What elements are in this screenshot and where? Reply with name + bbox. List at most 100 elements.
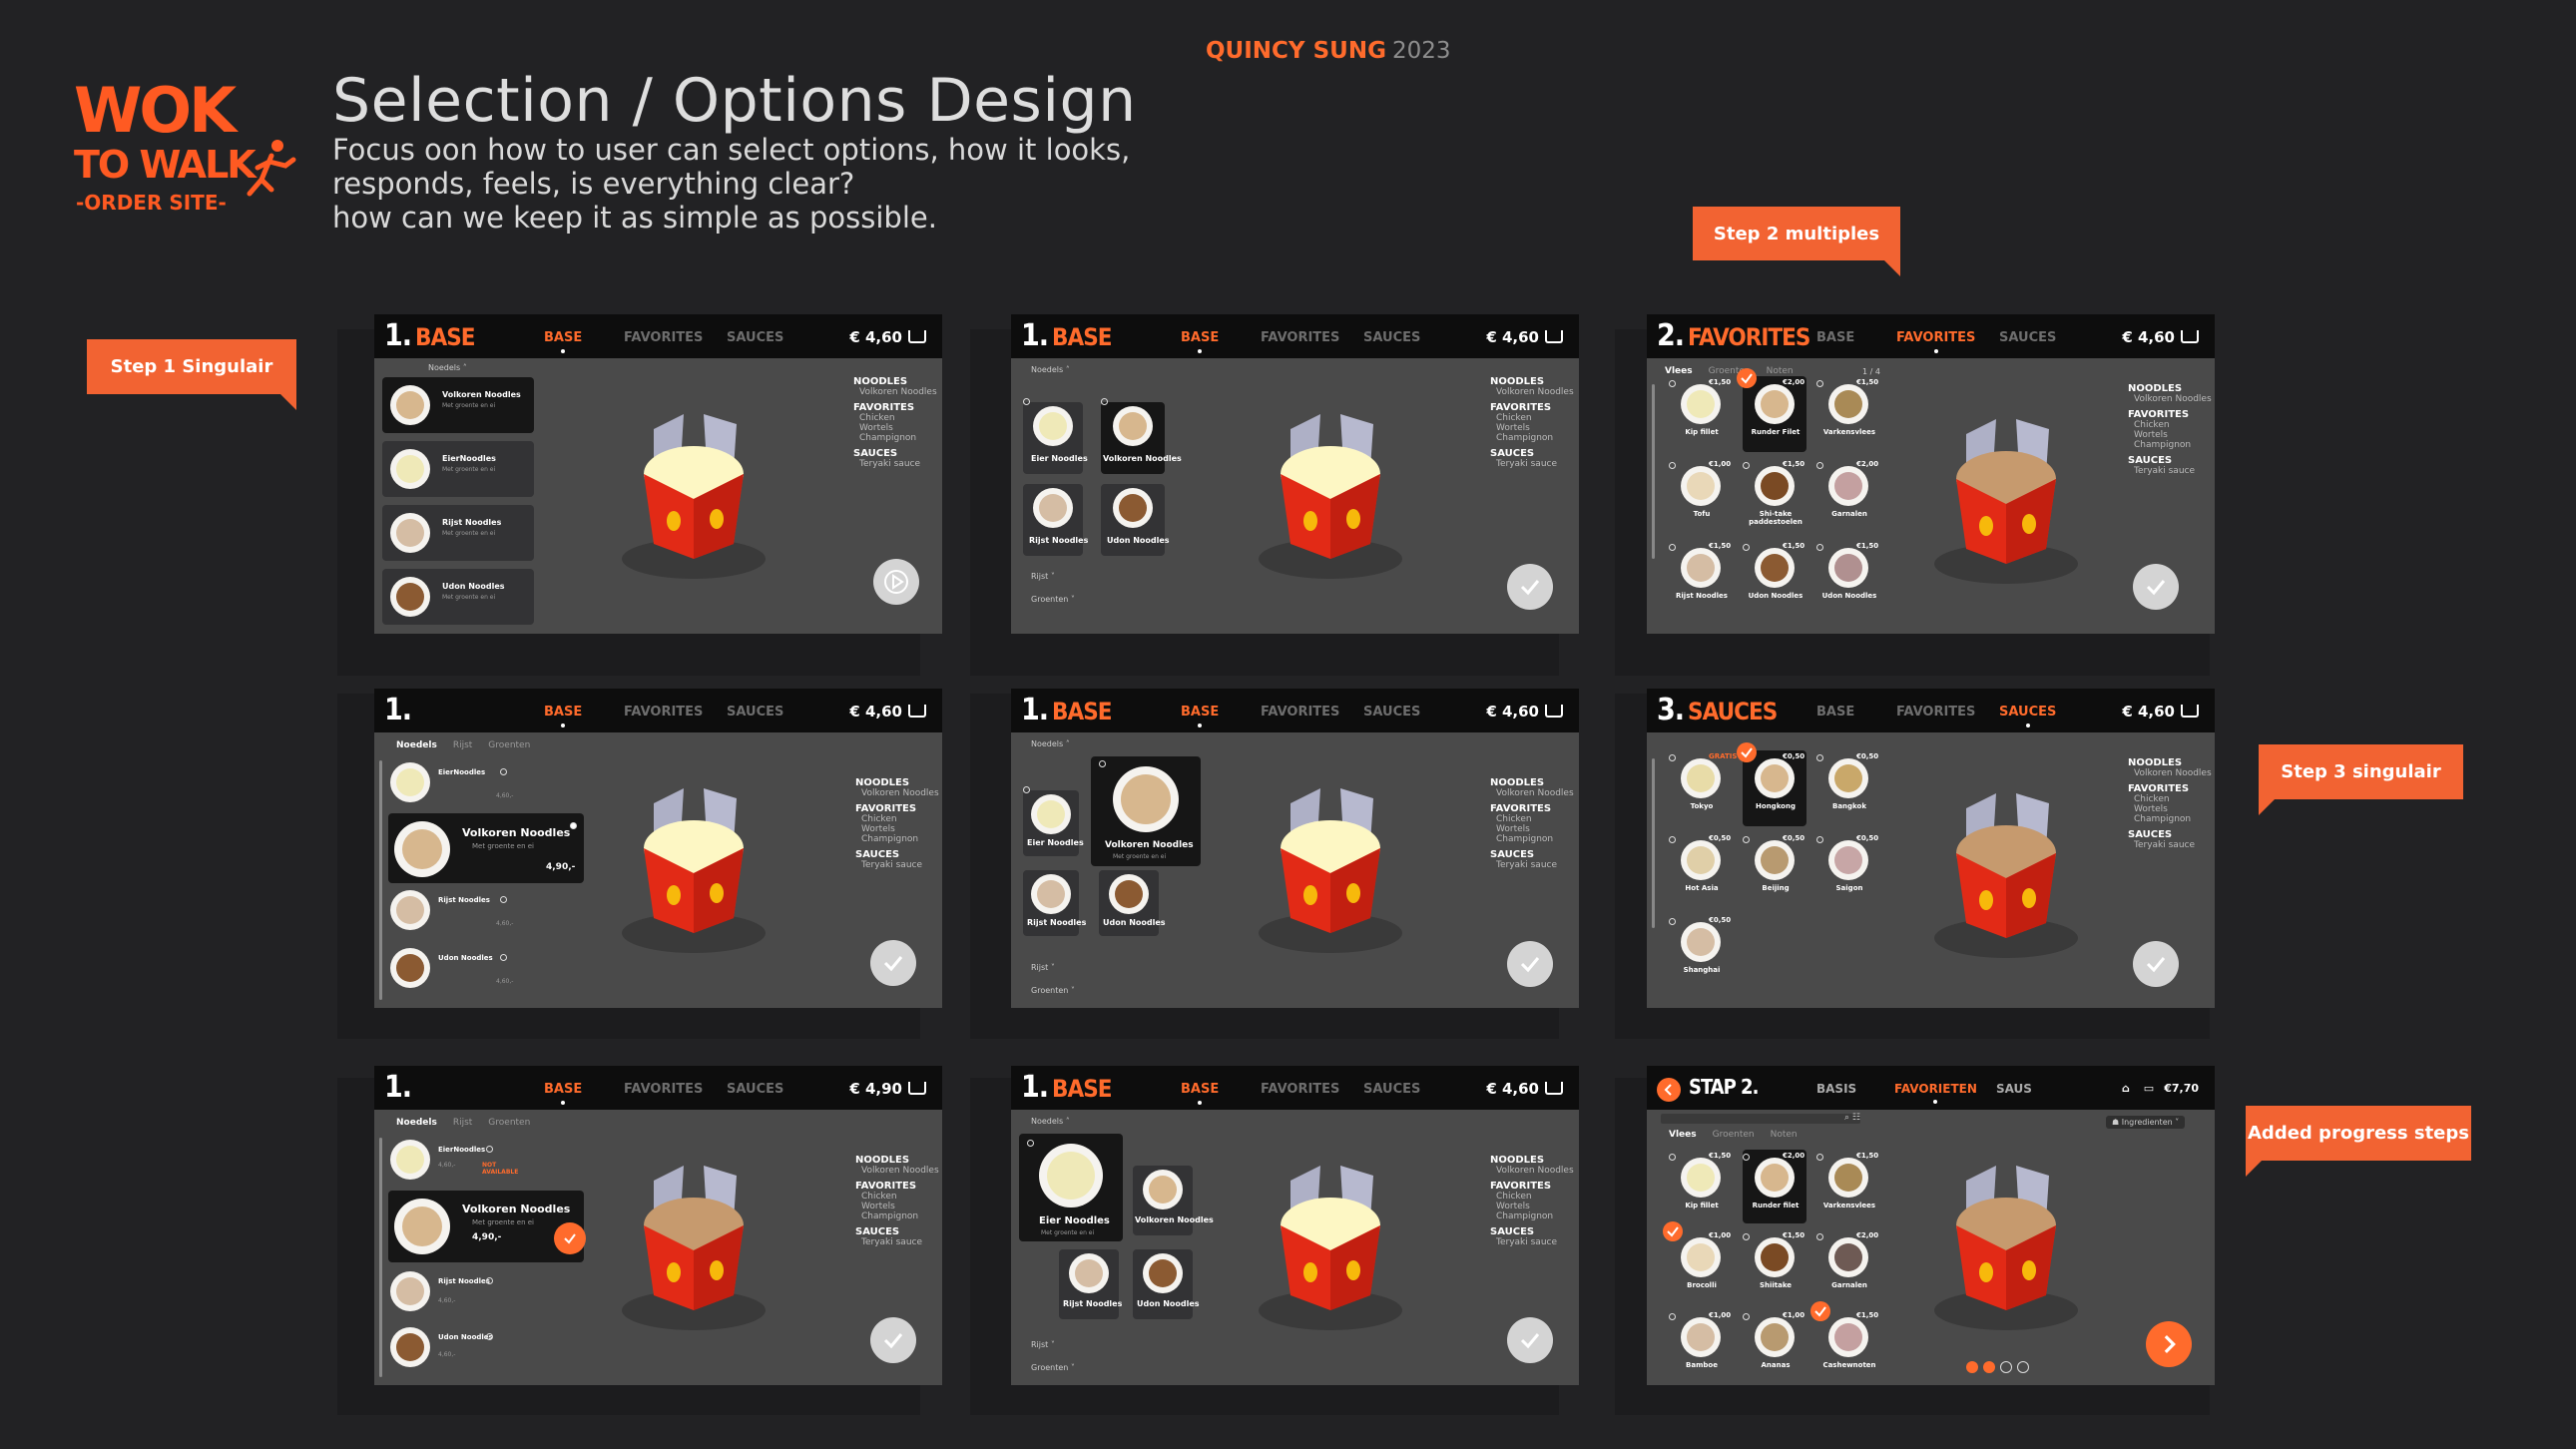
grid-item[interactable]: €0,50 Saigon [1816,832,1880,908]
tab-favorites[interactable]: FAVORITES [1261,330,1339,345]
subtab-noedels[interactable]: Noedels [396,1118,437,1128]
grid-item[interactable]: €2,00 Garnalen [1816,458,1880,534]
grid-item[interactable]: €1,50 Shi-take paddestoelen [1743,458,1806,534]
grid-item[interactable]: €1,50 Varkensvlees [1816,1150,1880,1223]
subtab-vlees[interactable]: Vlees [1665,366,1693,376]
list-item[interactable]: Rijst Noodles 4,60,- [388,888,513,932]
tab-base[interactable]: BASE [1181,330,1219,353]
grid-item[interactable]: €1,00 Brocolli [1663,1221,1733,1303]
tab-sauces[interactable]: SAUCES [727,1082,783,1097]
tab-favorites[interactable]: FAVORITES [624,705,703,720]
tab-favorites[interactable]: FAVORITES [624,1082,703,1097]
grid-item[interactable]: €2,00 Runder filet [1743,1150,1806,1223]
grid-item[interactable]: €1,50 Rijst Noodles [1669,540,1733,616]
ingredients-dropdown[interactable]: ☗ Ingredienten ˅ [2106,1116,2186,1129]
back-arrow-icon[interactable] [1657,1078,1681,1102]
tab-favorieten[interactable]: FAVORIETEN [1894,1082,1977,1104]
grid-item[interactable]: €2,00 Runder Filet [1737,368,1806,452]
list-item-selected[interactable]: Volkoren Noodles Met groente en ei 4,90,… [388,813,584,883]
list-item[interactable]: Volkoren Noodles Met groente en ei [382,377,534,433]
list-item[interactable]: Udon Noodles Met groente en ei [382,569,534,625]
next-button[interactable] [873,559,919,605]
grid-item[interactable]: Rijst Noodles [1023,484,1088,556]
tab-favorites[interactable]: FAVORITES [1896,705,1975,720]
groenten-dropdown[interactable]: Groenten ˅ [1031,595,1075,604]
tab-base[interactable]: BASE [544,1082,582,1105]
tab-favorites[interactable]: FAVORITES [1261,705,1339,720]
tab-base[interactable]: BASE [1181,705,1219,727]
list-item[interactable]: EierNoodles Met groente en ei [382,441,534,497]
tab-sauces[interactable]: SAUCES [727,330,783,345]
rijst-dropdown[interactable]: Rijst ˅ [1031,963,1055,972]
cart-price[interactable]: € 4,60 [1486,1080,1563,1098]
subtab-noten[interactable]: Noten [1767,366,1794,376]
scrollbar[interactable] [1652,758,1655,928]
search-bar[interactable] [1661,1114,1860,1124]
confirm-button[interactable] [870,1317,916,1363]
grid-item-selected[interactable]: Eier Noodles Met groente en ei [1019,1134,1123,1241]
list-item[interactable]: EierNoodles 4,60,- NOT AVAILABLE [388,1138,518,1182]
grid-item[interactable]: Udon Noodles [1133,1249,1200,1319]
grid-item[interactable]: Udon Noodles [1101,484,1170,556]
category-dropdown[interactable]: Noedels ˄ [1031,1117,1070,1126]
list-item[interactable]: Rijst Noodles Met groente en ei [382,505,534,561]
rijst-dropdown[interactable]: Rijst ˅ [1031,1340,1055,1349]
tab-base[interactable]: BASE [1816,330,1854,345]
confirm-button[interactable] [1507,941,1553,987]
grid-item[interactable]: €1,00 Tofu [1669,458,1733,534]
tab-sauces[interactable]: SAUCES [1363,705,1420,720]
grid-item[interactable]: €0,50 Hongkong [1737,742,1806,826]
subtab-rijst[interactable]: Rijst [453,1118,472,1128]
grid-item[interactable]: €1,50 Udon Noodles [1816,540,1880,616]
subtab-noten[interactable]: Noten [1771,1130,1798,1140]
tab-sauces[interactable]: SAUCES [1363,1082,1420,1097]
grid-item[interactable]: €1,50 Cashewnoten [1810,1301,1880,1383]
tab-sauces[interactable]: SAUCES [1363,330,1420,345]
cart-price[interactable]: € 4,60 [2122,703,2199,721]
subtab-groenten[interactable]: Groenten [488,1118,530,1128]
grid-item[interactable]: Rijst Noodles [1023,870,1086,936]
cart-price[interactable]: ⌂ ▭ €7,70 [2122,1082,2199,1095]
next-arrow-button[interactable] [2146,1321,2192,1367]
grid-item[interactable]: Volkoren Noodles [1133,1166,1214,1235]
cart-price[interactable]: € 4,60 [1486,328,1563,346]
grid-item[interactable]: €1,50 Kip fillet [1669,376,1733,452]
tab-sauces[interactable]: SAUCES [727,705,783,720]
tab-base[interactable]: BASE [1816,705,1854,720]
subtab-noedels[interactable]: Noedels [396,740,437,750]
subtab-rijst[interactable]: Rijst [453,740,472,750]
list-item[interactable]: EierNoodles 4,60,- [388,760,513,804]
groenten-dropdown[interactable]: Groenten ˅ [1031,986,1075,995]
grid-item[interactable]: €1,00 Bamboe [1669,1309,1733,1383]
grid-item[interactable]: Rijst Noodles [1059,1249,1122,1319]
list-item-selected[interactable]: Volkoren Noodles Met groente en ei 4,90,… [388,1191,586,1262]
grid-item[interactable]: €1,50 Shiitake [1743,1229,1806,1303]
category-dropdown[interactable]: Noedels ˄ [1031,739,1070,748]
tab-base[interactable]: BASE [544,705,582,727]
confirm-button[interactable] [2133,564,2179,610]
tab-favorites[interactable]: FAVORITES [624,330,703,345]
grid-item[interactable]: €1,50 Udon Noodles [1743,540,1806,616]
cart-price[interactable]: € 4,60 [849,328,926,346]
grid-item[interactable]: Volkoren Noodles [1101,398,1182,474]
grid-item[interactable]: €0,50 Shanghai [1669,914,1733,990]
category-dropdown[interactable]: Noedels ˄ [428,363,467,372]
tab-base[interactable]: BASE [544,330,582,353]
tab-base[interactable]: BASE [1181,1082,1219,1105]
cart-price[interactable]: € 4,60 [849,703,926,721]
grid-item-selected[interactable]: Volkoren Noodles Met groente en ei [1091,756,1201,866]
search-icon[interactable]: ⌕ ☷ [1844,1113,1860,1123]
scrollbar[interactable] [379,1138,382,1377]
groenten-dropdown[interactable]: Groenten ˅ [1031,1363,1075,1372]
rijst-dropdown[interactable]: Rijst ˅ [1031,572,1055,581]
tab-favorites[interactable]: FAVORITES [1896,330,1975,353]
grid-item[interactable]: Eier Noodles [1023,398,1088,474]
grid-item[interactable]: Udon Noodles [1099,870,1166,936]
tab-sauces[interactable]: SAUCES [1999,330,2056,345]
scrollbar[interactable] [379,760,382,1000]
grid-item[interactable]: €2,00 Garnalen [1816,1229,1880,1303]
confirm-button[interactable] [870,940,916,986]
grid-item[interactable]: €1,00 Ananas [1743,1309,1806,1383]
grid-item[interactable]: €0,50 Beijing [1743,832,1806,908]
list-item[interactable]: Udon Noodles 4,60,- [388,946,513,990]
